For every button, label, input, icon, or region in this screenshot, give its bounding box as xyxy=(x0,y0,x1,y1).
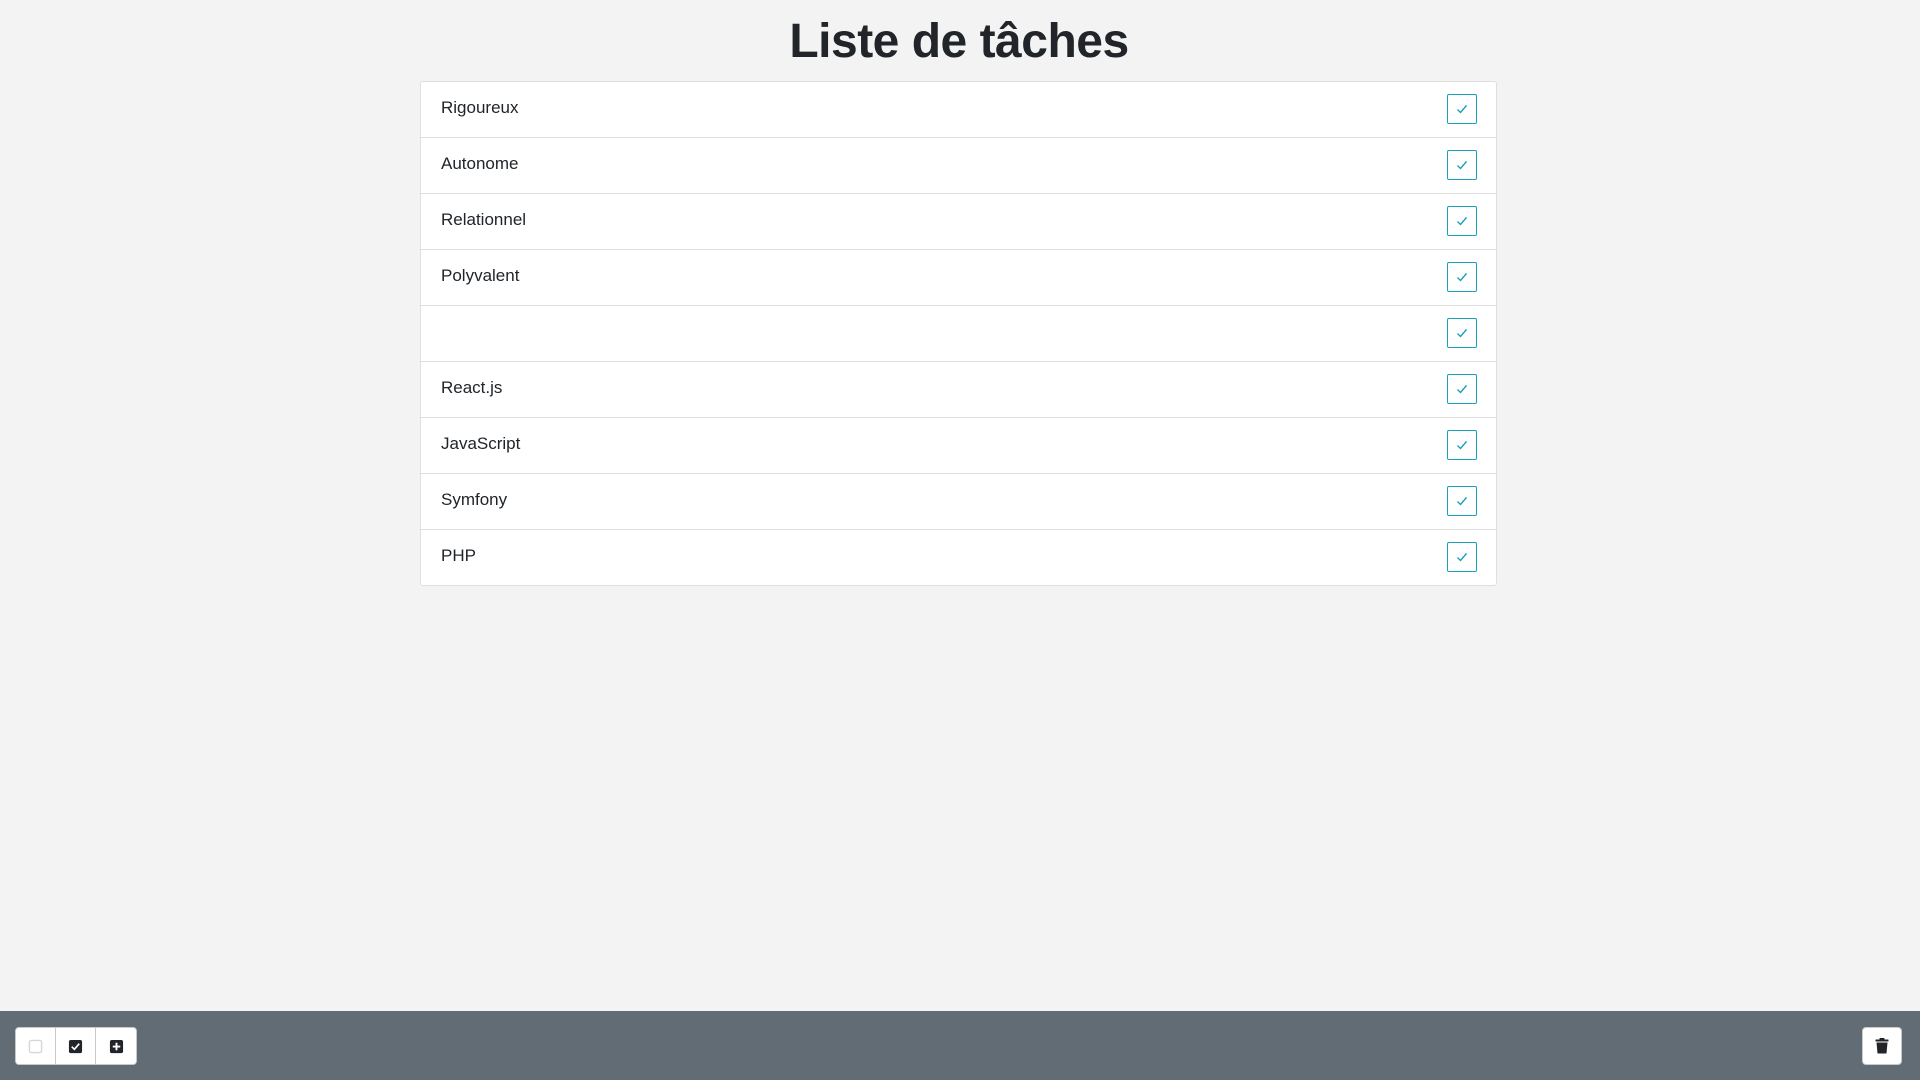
checkmark-icon xyxy=(1457,385,1468,394)
task-label: Rigoureux xyxy=(441,98,519,117)
task-checkbox[interactable] xyxy=(1447,430,1477,460)
task-checkbox[interactable] xyxy=(1447,150,1477,180)
task-checkbox[interactable] xyxy=(1447,206,1477,236)
task-label: Relationnel xyxy=(441,210,527,229)
task-label: JavaScript xyxy=(441,434,521,453)
task-row: Polyvalent xyxy=(421,250,1496,306)
task-checkbox[interactable] xyxy=(1447,374,1477,404)
task-checkbox[interactable] xyxy=(1447,486,1477,516)
task-checkbox[interactable] xyxy=(1447,262,1477,292)
task-checkbox[interactable] xyxy=(1447,542,1477,572)
task-row: Rigoureux xyxy=(421,82,1496,138)
square-outline-icon xyxy=(28,1039,43,1053)
task-label: Symfony xyxy=(441,490,508,509)
delete-button[interactable] xyxy=(1862,1027,1902,1065)
checkmark-icon xyxy=(1457,217,1468,226)
filter-done-button[interactable] xyxy=(56,1028,96,1064)
task-checkbox[interactable] xyxy=(1447,318,1477,348)
checkmark-icon xyxy=(1457,441,1468,450)
task-list: Rigoureux Autonome Relationnel Polyvalen… xyxy=(420,81,1497,586)
task-row: Symfony xyxy=(421,474,1496,530)
filter-all-button[interactable] xyxy=(16,1028,56,1064)
check-square-icon xyxy=(68,1039,83,1053)
task-label: PHP xyxy=(441,546,476,565)
task-row xyxy=(421,306,1496,362)
plus-square-icon xyxy=(109,1039,123,1053)
trash-icon xyxy=(1875,1038,1889,1054)
task-label: Polyvalent xyxy=(441,266,520,285)
task-row: PHP xyxy=(421,530,1496,585)
checkmark-icon xyxy=(1457,329,1468,338)
footer-toolbar xyxy=(0,1011,1920,1080)
checkmark-icon xyxy=(1457,273,1468,282)
checkmark-icon xyxy=(1457,161,1468,170)
checkmark-icon xyxy=(1457,105,1468,114)
add-task-button[interactable] xyxy=(96,1028,136,1064)
task-label: React.js xyxy=(441,378,503,397)
task-row: Autonome xyxy=(421,138,1496,194)
filter-button-group xyxy=(15,1027,137,1065)
task-checkbox[interactable] xyxy=(1447,94,1477,124)
checkmark-icon xyxy=(1457,497,1468,506)
page: Liste de tâches Rigoureux Autonome Relat… xyxy=(0,0,1920,1080)
page-title: Liste de tâches xyxy=(789,15,1129,68)
task-row: JavaScript xyxy=(421,418,1496,474)
task-row: Relationnel xyxy=(421,194,1496,250)
task-row: React.js xyxy=(421,362,1496,418)
checkmark-icon xyxy=(1457,553,1468,562)
task-label: Autonome xyxy=(441,154,519,173)
